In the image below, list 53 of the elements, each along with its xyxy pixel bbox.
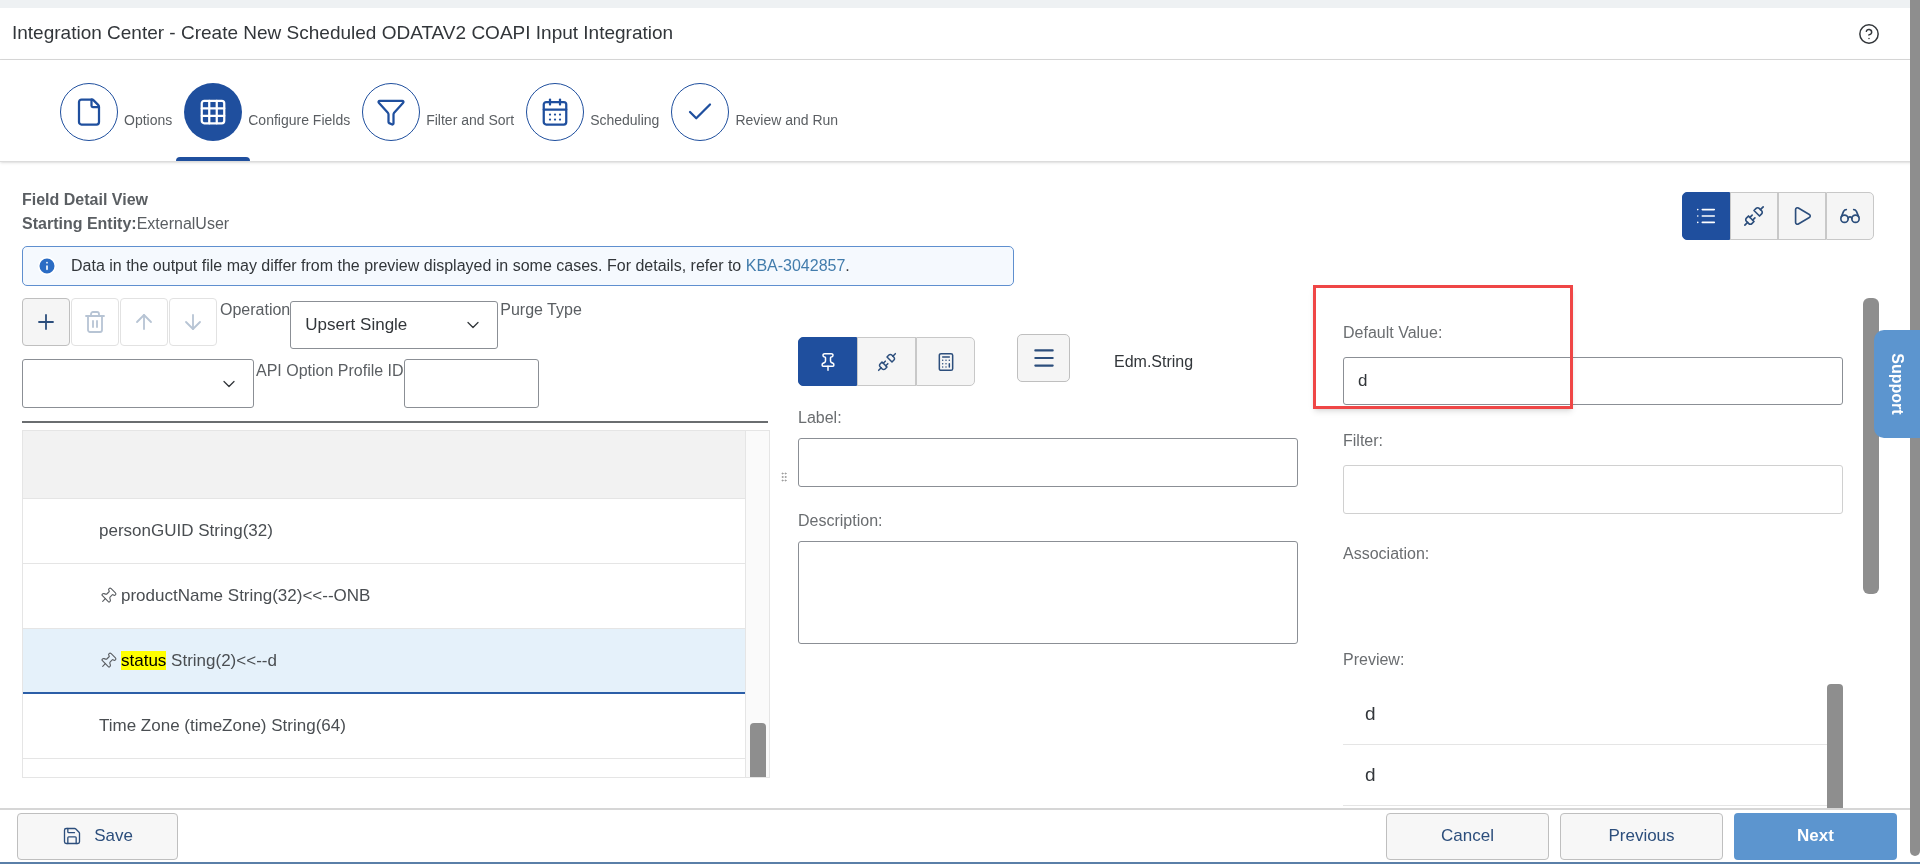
field-name: productName String(32)<<--ONB bbox=[121, 585, 371, 608]
save-icon bbox=[62, 826, 83, 846]
cancel-button[interactable]: Cancel bbox=[1386, 812, 1549, 860]
filter-icon bbox=[376, 97, 407, 127]
api-option-profile-input[interactable] bbox=[403, 359, 539, 408]
description-label: Description: bbox=[798, 511, 884, 531]
purge-type-select[interactable] bbox=[22, 359, 254, 408]
description-input[interactable] bbox=[798, 541, 1298, 644]
info-icon bbox=[37, 256, 57, 276]
field-name: personGUID String(32) bbox=[99, 520, 273, 543]
view-toggle-button[interactable] bbox=[1682, 192, 1730, 240]
step-tab[interactable]: Filter and Sort bbox=[354, 83, 515, 161]
step-tab[interactable]: Review and Run bbox=[663, 83, 839, 161]
add-button[interactable] bbox=[22, 298, 70, 346]
entity-value: ExternalUser bbox=[136, 214, 230, 234]
label-input[interactable] bbox=[798, 438, 1298, 487]
preview-label: Preview: bbox=[1343, 650, 1406, 670]
field-name: Time Zone (timeZone) String(64) bbox=[99, 715, 346, 738]
section-title: Field Detail View bbox=[22, 190, 149, 210]
step-tab[interactable]: Configure Fields bbox=[176, 83, 351, 161]
step-tab[interactable]: Scheduling bbox=[518, 83, 660, 161]
scrollbar-thumb[interactable] bbox=[749, 723, 766, 777]
entity-label: Starting Entity: bbox=[22, 214, 137, 234]
mode-toggle-button[interactable] bbox=[798, 337, 857, 386]
default-value-input[interactable]: d bbox=[1343, 357, 1843, 405]
operation-label: Operation bbox=[220, 300, 291, 320]
scrollbar-thumb[interactable] bbox=[1827, 684, 1843, 808]
default-value-label: Default Value: bbox=[1343, 323, 1444, 343]
label-label: Label: bbox=[798, 408, 843, 428]
trash-icon bbox=[83, 310, 107, 334]
help-icon[interactable] bbox=[1858, 22, 1880, 45]
field-row[interactable]: status String(2)<<--d bbox=[23, 629, 745, 694]
unplug-icon bbox=[876, 351, 897, 372]
operation-select[interactable]: Upsert Single bbox=[290, 301, 499, 349]
preview-value: d bbox=[1365, 701, 1376, 726]
preview-value: d bbox=[1365, 762, 1376, 787]
kba-link[interactable]: KBA-3042857 bbox=[745, 257, 846, 274]
filter-label: Filter: bbox=[1343, 431, 1384, 451]
field-name: status String(2)<<--d bbox=[121, 649, 277, 672]
window-title: Integration Center - Create New Scheduled ODATAV2 COAPI Input Integration bbox=[12, 21, 674, 46]
api-option-profile-label: API Option Profile ID bbox=[256, 361, 404, 381]
save-button[interactable]: Save bbox=[17, 812, 178, 860]
step-tab[interactable]: Options bbox=[52, 83, 173, 161]
filter-input[interactable] bbox=[1343, 465, 1843, 514]
purge-type-label: Purge Type bbox=[500, 300, 582, 320]
previous-button[interactable]: Previous bbox=[1560, 812, 1723, 860]
type-text: Edm.String bbox=[1114, 351, 1194, 372]
unplug-icon bbox=[1743, 205, 1765, 227]
info-message: Data in the output file may differ from the preview displayed in some cases. For details, refer to KBA-3042857. bbox=[71, 256, 850, 276]
menu-button[interactable] bbox=[1017, 333, 1070, 382]
splitter-grip-icon[interactable] bbox=[778, 470, 790, 484]
scrollbar-thumb[interactable] bbox=[1863, 298, 1879, 594]
association-label: Association: bbox=[1343, 544, 1431, 564]
